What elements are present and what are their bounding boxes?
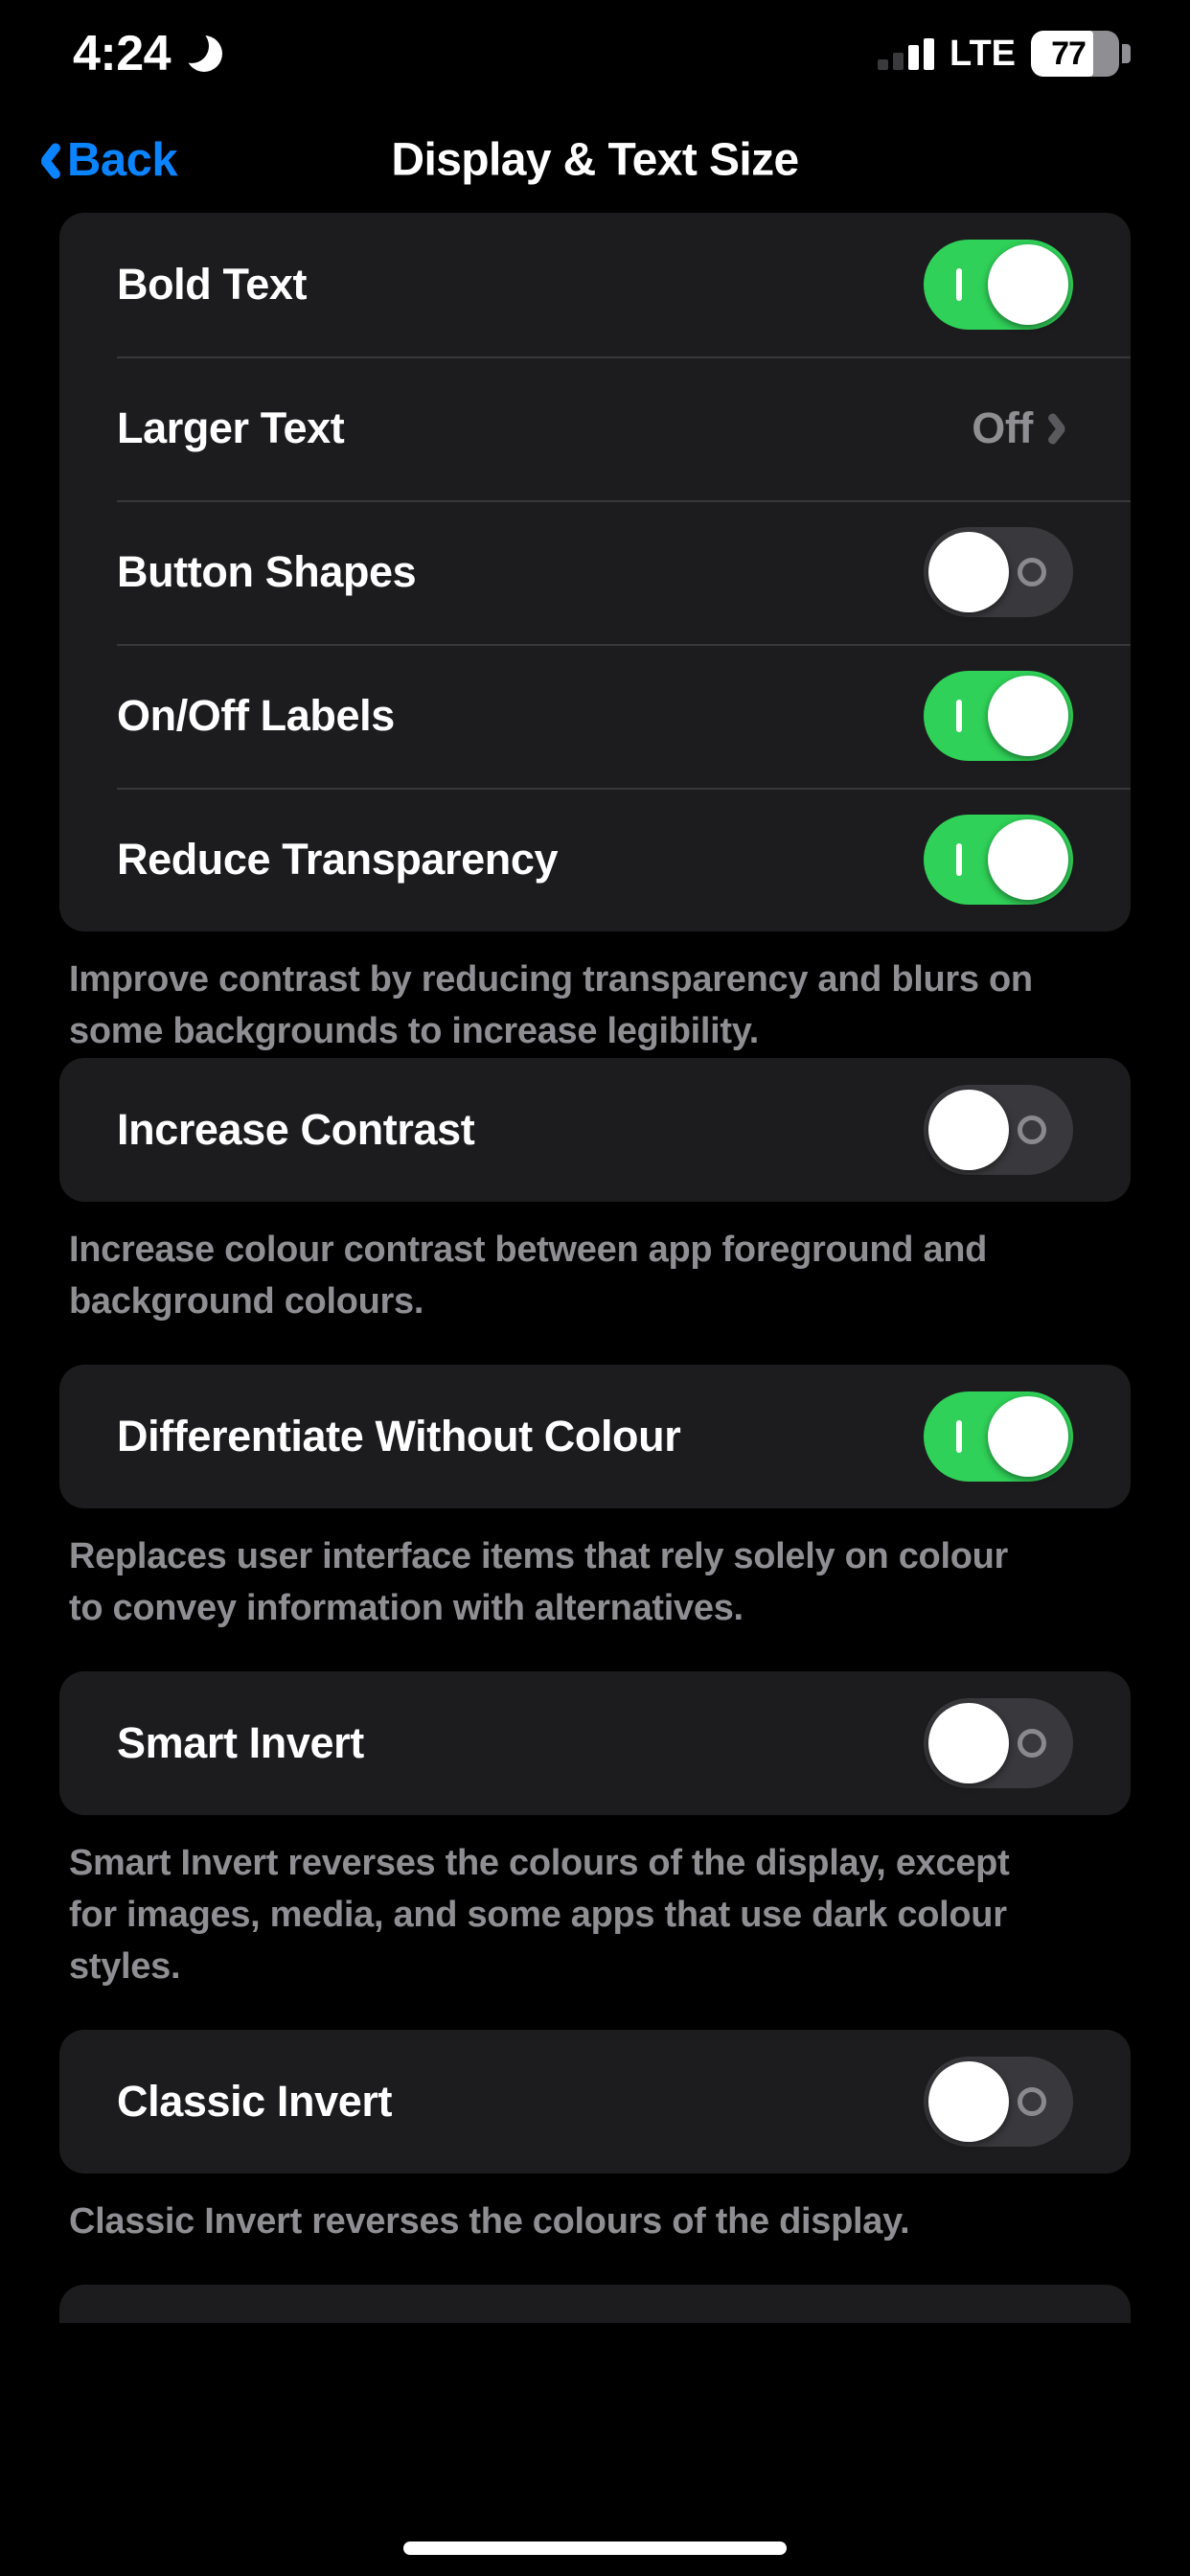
row-label: Button Shapes (117, 547, 417, 596)
settings-group: Smart Invert Smart Invert reverses the c… (0, 1670, 1190, 1993)
toggle-off-label-icon (1018, 2086, 1046, 2116)
status-bar: 4:24 LTE 77 (0, 0, 1190, 107)
toggle-knob (988, 244, 1068, 325)
toggle-knob (928, 532, 1009, 612)
row-button-shapes[interactable]: Button Shapes (59, 500, 1131, 644)
battery-icon: 77 (1031, 31, 1131, 77)
status-bar-left: 4:24 (73, 26, 223, 81)
toggle-bold-text[interactable] (924, 240, 1073, 330)
row-label: Bold Text (117, 260, 308, 309)
chevron-right-icon (1054, 411, 1073, 446)
toggle-increase-contrast[interactable] (924, 1084, 1073, 1175)
row-differentiate-without-colour[interactable]: Differentiate Without Colour (59, 1365, 1131, 1508)
row-label: Smart Invert (117, 1717, 364, 1767)
toggle-on-off-labels[interactable] (924, 671, 1073, 761)
toggle-knob (988, 819, 1068, 900)
row-label: Reduce Transparency (117, 835, 559, 884)
toggle-knob (988, 1395, 1068, 1477)
status-bar-right: LTE 77 (878, 31, 1131, 77)
cellular-signal-icon (878, 37, 935, 70)
home-indicator[interactable] (403, 2542, 787, 2555)
group-footer-text: Increase colour contrast between app for… (69, 1229, 988, 1322)
settings-card: Classic Invert (59, 2029, 1131, 2174)
row-smart-invert[interactable]: Smart Invert (59, 1671, 1131, 1815)
toggle-reduce-transparency[interactable] (924, 815, 1073, 905)
group-footer-text: Smart Invert reverses the colours of the… (69, 1842, 1010, 1987)
row-label: On/Off Labels (117, 691, 395, 740)
row-label: Differentiate Without Colour (117, 1411, 681, 1460)
status-bar-clock: 4:24 (73, 26, 172, 81)
toggle-button-shapes[interactable] (924, 527, 1073, 617)
battery-percent-label: 77 (1051, 34, 1087, 72)
toggle-differentiate-without-colour[interactable] (924, 1391, 1073, 1482)
settings-card: Smart Invert (59, 1670, 1131, 1815)
row-on-off-labels[interactable]: On/Off Labels (59, 644, 1131, 788)
group-footer-text: Improve contrast by reducing transparenc… (69, 959, 1033, 1051)
row-value: Off (972, 403, 1033, 452)
iphone-screen: 4:24 LTE 77 Back Display & Text Size Bol… (0, 0, 1190, 2576)
row-increase-contrast[interactable]: Increase Contrast (59, 1058, 1131, 1202)
settings-group: Differentiate Without Colour Replaces us… (0, 1364, 1190, 1635)
network-type-label: LTE (950, 33, 1016, 74)
group-footer-text: Classic Invert reverses the colours of t… (69, 2200, 910, 2242)
row-accessory: Off (972, 403, 1073, 453)
row-label: Increase Contrast (117, 1104, 475, 1154)
navigation-bar: Back Display & Text Size (0, 107, 1190, 213)
toggle-smart-invert[interactable] (924, 1697, 1073, 1788)
settings-list: Bold Text Larger Text Off Button Shapes (0, 213, 1190, 2323)
row-classic-invert[interactable]: Classic Invert (59, 2030, 1131, 2174)
crescent-moon-icon (174, 29, 223, 72)
toggle-knob (928, 1089, 1009, 1170)
settings-card: Bold Text Larger Text Off Button Shapes (59, 213, 1131, 932)
row-label: Classic Invert (117, 2076, 393, 2126)
toggle-off-label-icon (1018, 558, 1046, 586)
settings-group: Increase Contrast Increase colour contra… (0, 1057, 1190, 1328)
settings-card: Differentiate Without Colour (59, 1364, 1131, 1508)
toggle-knob (988, 676, 1068, 756)
toggle-on-label-icon (956, 700, 962, 732)
toggle-on-label-icon (956, 268, 962, 301)
toggle-off-label-icon (1018, 1728, 1046, 1758)
toggle-knob (928, 2060, 1009, 2142)
group-footer-text: Replaces user interface items that rely … (69, 1535, 1009, 1628)
settings-group: Classic Invert Classic Invert reverses t… (0, 2029, 1190, 2248)
toggle-knob (928, 1702, 1009, 1783)
toggle-off-label-icon (1018, 1115, 1046, 1144)
settings-group: Bold Text Larger Text Off Button Shapes (0, 213, 1190, 1058)
toggle-classic-invert[interactable] (924, 2056, 1073, 2147)
row-label: Larger Text (117, 403, 345, 452)
row-bold-text[interactable]: Bold Text (59, 213, 1131, 356)
next-settings-card-partial (59, 2284, 1131, 2323)
row-larger-text[interactable]: Larger Text Off (59, 356, 1131, 500)
toggle-on-label-icon (956, 1419, 962, 1453)
settings-card: Increase Contrast (59, 1057, 1131, 1202)
page-title: Display & Text Size (391, 134, 799, 186)
row-reduce-transparency[interactable]: Reduce Transparency (59, 788, 1131, 932)
toggle-on-label-icon (956, 843, 962, 876)
